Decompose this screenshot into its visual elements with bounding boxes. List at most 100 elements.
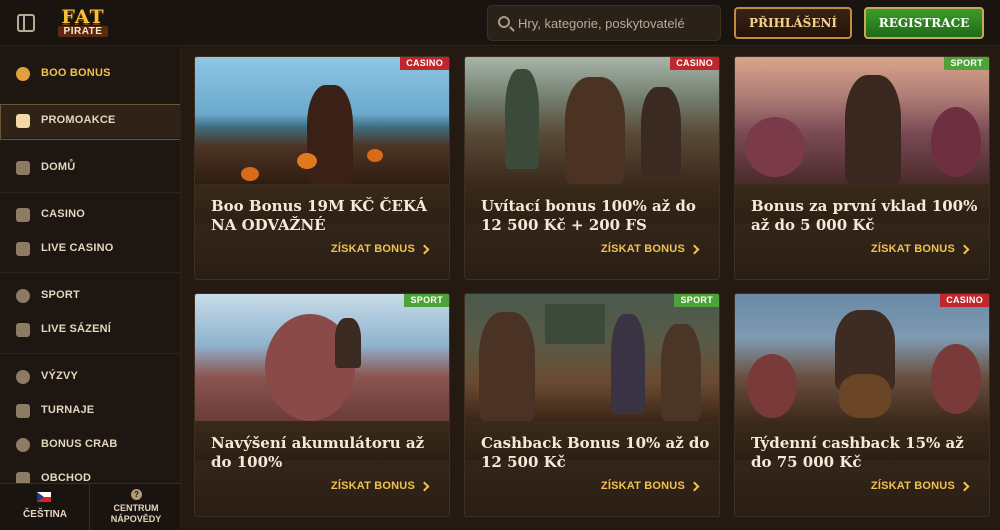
sidebar-item-sport[interactable]: SPORT xyxy=(0,279,180,313)
promo-title: Týdenní cashback 15% až do 75 000 Kč xyxy=(751,434,964,471)
sidebar-item-casino[interactable]: CASINO xyxy=(0,198,180,232)
help-center-link[interactable]: ? CENTRUM NÁPOVĚDY xyxy=(91,484,181,530)
promotions-grid: CASINO Boo Bonus 19M KČ ČEKÁ NA ODVAŽNÉ … xyxy=(181,47,1000,529)
pirate-figure xyxy=(505,69,539,169)
sidebar-toggle-icon[interactable] xyxy=(17,14,35,32)
sidebar-item-bonus-crab[interactable]: BONUS CRAB xyxy=(0,428,180,462)
get-bonus-link[interactable]: ZÍSKAT BONUS xyxy=(601,243,685,255)
sidebar-item-turnaje[interactable]: TURNAJE xyxy=(0,394,180,428)
promo-card[interactable]: SPORT Cashback Bonus 10% až do 12 500 Kč… xyxy=(464,293,720,517)
pirate-figure xyxy=(641,87,681,177)
question-icon: ? xyxy=(131,489,142,500)
promo-image-kraken-ship xyxy=(195,294,449,421)
promo-title: Boo Bonus 19M KČ ČEKÁ NA ODVAŽNÉ xyxy=(211,197,428,234)
get-bonus-link[interactable]: ZÍSKAT BONUS xyxy=(871,480,955,492)
sidebar-divider xyxy=(0,353,180,354)
tentacle-shape xyxy=(747,354,797,418)
cards-icon xyxy=(16,242,30,256)
category-badge: CASINO xyxy=(400,57,449,70)
home-icon xyxy=(16,161,30,175)
pirate-figure xyxy=(565,77,625,184)
search-input[interactable] xyxy=(518,6,718,40)
crab-icon xyxy=(16,438,30,452)
tentacle-shape xyxy=(745,117,805,177)
tentacle-shape xyxy=(931,107,981,177)
search-box[interactable] xyxy=(487,5,721,41)
sidebar-item-domu[interactable]: DOMŮ xyxy=(0,151,180,185)
sidebar-item-vyzvy[interactable]: VÝZVY xyxy=(0,360,180,394)
sidebar-divider xyxy=(0,272,180,273)
pumpkin-icon xyxy=(16,67,30,81)
promo-image-halloween-pirate xyxy=(195,57,449,184)
promo-image-pirate-kraken xyxy=(735,57,989,184)
sidebar-divider xyxy=(0,192,180,193)
medal-icon xyxy=(16,370,30,384)
sidebar-item-live-sazeni[interactable]: LIVE SÁZENÍ xyxy=(0,313,180,347)
trophy-icon xyxy=(16,404,30,418)
live-icon xyxy=(16,323,30,337)
sidebar-footer: ČEŠTINA ? CENTRUM NÁPOVĚDY xyxy=(0,483,181,530)
barrel-shape xyxy=(839,374,891,418)
promo-title: Uvítací bonus 100% až do 12 500 Kč + 200… xyxy=(481,197,696,234)
sidebar: BOO BONUS PROMOAKCE DOMŮ CASINO LIVE CAS… xyxy=(0,47,181,529)
top-bar: FAT PIRATE PŘIHLÁŠENÍ REGISTRACE xyxy=(0,0,1000,46)
pirate-figure xyxy=(479,312,535,421)
logo-text-bottom: PIRATE xyxy=(58,26,108,37)
language-label: ČEŠTINA xyxy=(23,509,67,520)
pumpkin-icon xyxy=(241,167,259,181)
slot-machine-icon xyxy=(16,208,30,222)
get-bonus-link[interactable]: ZÍSKAT BONUS xyxy=(601,480,685,492)
sidebar-item-label: VÝZVY xyxy=(41,370,79,382)
tentacle-shape xyxy=(931,344,981,414)
promo-card[interactable]: SPORT Bonus za první vklad 100% až do 5 … xyxy=(734,56,990,280)
promo-card[interactable]: CASINO Týdenní cashback 15% až do 75 000… xyxy=(734,293,990,517)
sidebar-item-live-casino[interactable]: LIVE CASINO xyxy=(0,232,180,266)
promo-image-pirate-barrel xyxy=(735,294,989,421)
search-icon xyxy=(498,16,510,28)
czech-flag-icon xyxy=(37,492,51,502)
sidebar-item-label: TURNAJE xyxy=(41,404,95,416)
promo-card[interactable]: SPORT Navýšení akumulátoru až do 100% ZÍ… xyxy=(194,293,450,517)
help-label-line2: NÁPOVĚDY xyxy=(110,514,162,524)
sidebar-item-label: LIVE SÁZENÍ xyxy=(41,323,112,335)
get-bonus-link[interactable]: ZÍSKAT BONUS xyxy=(871,243,955,255)
category-badge: CASINO xyxy=(940,294,989,307)
sidebar-item-label: SPORT xyxy=(41,289,80,301)
pirate-figure xyxy=(611,314,645,414)
pirate-figure xyxy=(335,318,361,368)
category-badge: SPORT xyxy=(404,294,449,307)
pirate-figure xyxy=(307,85,353,184)
sidebar-item-label: DOMŮ xyxy=(41,161,76,173)
promo-title: Cashback Bonus 10% až do 12 500 Kč xyxy=(481,434,710,471)
sidebar-item-label: CASINO xyxy=(41,208,85,220)
get-bonus-link[interactable]: ZÍSKAT BONUS xyxy=(331,243,415,255)
get-bonus-link[interactable]: ZÍSKAT BONUS xyxy=(331,480,415,492)
promo-card[interactable]: CASINO Boo Bonus 19M KČ ČEKÁ NA ODVAŽNÉ … xyxy=(194,56,450,280)
logo-text-top: FAT xyxy=(61,6,105,28)
tactics-board xyxy=(545,304,605,344)
login-button[interactable]: PŘIHLÁŠENÍ xyxy=(734,7,852,39)
promo-card[interactable]: CASINO Uvítací bonus 100% až do 12 500 K… xyxy=(464,56,720,280)
language-selector[interactable]: ČEŠTINA xyxy=(0,484,90,530)
sidebar-item-boo-bonus[interactable]: BOO BONUS xyxy=(0,57,180,91)
pirate-figure xyxy=(661,324,701,421)
promo-image-pirate-tactics xyxy=(465,294,719,421)
sidebar-item-label: LIVE CASINO xyxy=(41,242,114,254)
sidebar-item-label: BOO BONUS xyxy=(41,67,111,79)
promo-title: Bonus za první vklad 100% až do 5 000 Kč xyxy=(751,197,978,234)
register-button[interactable]: REGISTRACE xyxy=(864,7,984,39)
sidebar-item-label: PROMOAKCE xyxy=(41,114,116,126)
category-badge: SPORT xyxy=(944,57,989,70)
promo-title: Navýšení akumulátoru až do 100% xyxy=(211,434,425,471)
sidebar-item-promoakce[interactable]: PROMOAKCE xyxy=(0,104,180,140)
logo[interactable]: FAT PIRATE xyxy=(50,6,116,40)
help-center-label: CENTRUM NÁPOVĚDY xyxy=(91,503,181,525)
help-label-line1: CENTRUM xyxy=(113,503,159,513)
pumpkin-icon xyxy=(297,153,317,169)
treasure-chest-icon xyxy=(16,114,30,128)
promo-image-pirate-crew xyxy=(465,57,719,184)
soccer-ball-icon xyxy=(16,289,30,303)
category-badge: SPORT xyxy=(674,294,719,307)
category-badge: CASINO xyxy=(670,57,719,70)
pirate-figure xyxy=(845,75,901,184)
